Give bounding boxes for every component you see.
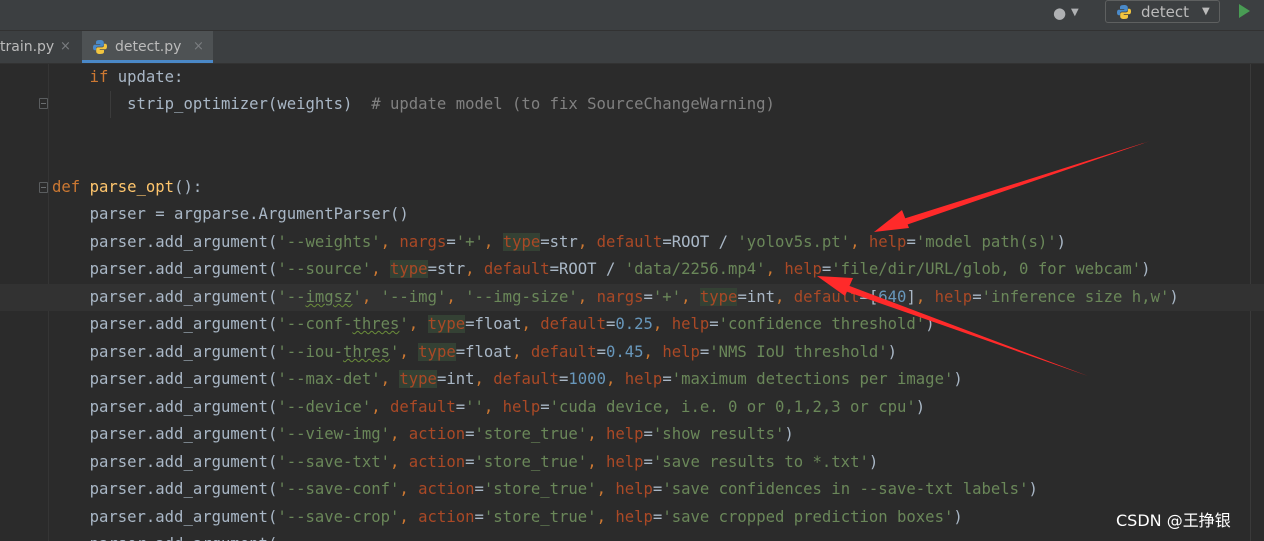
top-toolbar: ● ▼ detect ▼ [0, 0, 1264, 31]
tab-label: train.py [0, 39, 55, 55]
code-line[interactable]: def parse_opt(): [0, 174, 1264, 201]
code-line[interactable]: parser.add_argument('--max-det', type=in… [0, 366, 1264, 393]
tab-train-py[interactable]: train.py × [0, 31, 80, 63]
code-text: parser.add_argument('--weights', nargs='… [89, 233, 1067, 251]
code-line-current[interactable]: parser.add_argument('--imgsz', '--img', … [0, 284, 1264, 311]
code-line[interactable]: if update: [0, 64, 1264, 91]
code-text: parser.add_argument('--iou-thres', type=… [89, 343, 898, 361]
run-configuration-selector[interactable]: detect ▼ [1105, 0, 1220, 23]
close-icon[interactable]: × [193, 38, 204, 56]
code-text: strip_optimizer(weights) # update model … [127, 95, 775, 113]
editor-tab-bar: train.py × detect.py × [0, 31, 1264, 64]
code-line[interactable]: parser.add_argument('--weights', nargs='… [0, 229, 1264, 256]
code-line[interactable]: parser.add_argument('--device', default=… [0, 394, 1264, 421]
code-text: parser = argparse.ArgumentParser() [89, 205, 409, 223]
run-triangle-icon[interactable] [1236, 3, 1252, 19]
watermark: CSDN @王挣银 [1116, 511, 1231, 530]
code-line[interactable]: parser.add_argument( [0, 531, 1264, 541]
code-text: parser.add_argument( [52, 531, 278, 541]
code-line[interactable]: strip_optimizer(weights) # update model … [0, 91, 1264, 118]
active-tab-indicator [82, 60, 213, 63]
code-line[interactable]: parser.add_argument('--conf-thres', type… [0, 311, 1264, 338]
code-line[interactable]: parser.add_argument('--view-img', action… [0, 421, 1264, 448]
code-text: parser.add_argument('--save-crop', actio… [89, 508, 963, 526]
python-file-icon [93, 40, 107, 54]
tab-detect-py[interactable]: detect.py × [82, 31, 213, 63]
code-text: parser.add_argument('--device', default=… [89, 398, 926, 416]
code-line[interactable]: parser = argparse.ArgumentParser() [0, 201, 1264, 228]
close-icon[interactable]: × [60, 38, 71, 56]
code-line[interactable]: parser.add_argument('--iou-thres', type=… [0, 339, 1264, 366]
python-icon [1117, 5, 1131, 19]
code-text: parser.add_argument('--save-txt', action… [89, 453, 879, 471]
fold-marker-icon[interactable] [39, 98, 48, 109]
chevron-down-icon: ▼ [1071, 7, 1079, 18]
tab-label: detect.py [115, 39, 182, 55]
code-line[interactable]: parser.add_argument('--source', type=str… [0, 256, 1264, 283]
code-line[interactable]: parser.add_argument('--save-conf', actio… [0, 476, 1264, 503]
code-editor[interactable]: if update: strip_optimizer(weights) # up… [0, 64, 1264, 541]
run-configuration-label: detect [1141, 3, 1189, 21]
code-text: parser.add_argument('--view-img', action… [89, 425, 794, 443]
user-icon: ● [1053, 4, 1067, 22]
fold-marker-icon[interactable] [39, 182, 48, 193]
user-menu-button[interactable]: ● ▼ [1049, 4, 1085, 24]
code-text: parser.add_argument('--imgsz', '--img', … [89, 288, 1179, 306]
code-text: def parse_opt(): [52, 178, 203, 196]
code-text: if update: [89, 68, 184, 86]
code-text: parser.add_argument('--max-det', type=in… [89, 370, 963, 388]
code-line[interactable]: parser.add_argument('--save-txt', action… [0, 449, 1264, 476]
code-line[interactable]: parser.add_argument('--save-crop', actio… [0, 504, 1264, 531]
code-line[interactable] [0, 118, 1264, 145]
code-text: parser.add_argument('--source', type=str… [89, 260, 1151, 278]
code-text: parser.add_argument('--save-conf', actio… [89, 480, 1038, 498]
code-text: parser.add_argument('--conf-thres', type… [89, 315, 935, 333]
code-line[interactable] [0, 145, 1264, 172]
chevron-down-icon: ▼ [1202, 6, 1210, 17]
